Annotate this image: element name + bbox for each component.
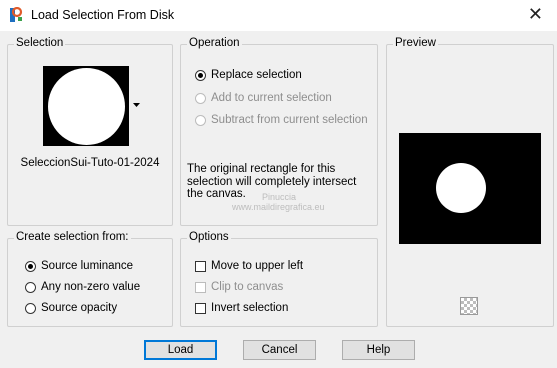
subtract-selection-label: Subtract from current selection (211, 114, 368, 126)
close-icon[interactable]: ✕ (528, 4, 543, 25)
operation-group-label: Operation (187, 37, 242, 49)
window-title: Load Selection From Disk (31, 8, 175, 22)
move-upper-left-label: Move to upper left (211, 260, 304, 272)
preview-group: Preview (386, 37, 554, 327)
radio-button-off[interactable] (25, 302, 36, 314)
cancel-button[interactable]: Cancel (243, 340, 316, 360)
invert-selection-label: Invert selection (211, 302, 289, 314)
radio-replace-selection[interactable]: Replace selection (195, 67, 302, 83)
selection-filename: SeleccionSui-Tuto-01-2024 (20, 157, 160, 169)
radio-subtract-selection[interactable]: Subtract from current selection (195, 112, 368, 128)
load-button[interactable]: Load (144, 340, 217, 360)
selection-thumbnail[interactable] (43, 66, 129, 146)
radio-source-opacity[interactable]: Source opacity (25, 300, 117, 316)
title-bar: Load Selection From Disk ✕ (0, 0, 557, 31)
any-non-zero-label: Any non-zero value (41, 281, 141, 293)
source-luminance-label: Source luminance (41, 260, 134, 272)
options-group: Options Move to upper left Clip to canva… (180, 231, 378, 327)
checkbox-move-to-upper-left[interactable]: Move to upper left (195, 258, 303, 274)
radio-button-on[interactable] (25, 260, 36, 272)
selection-group: Selection SeleccionSui-Tuto-01-2024 (7, 37, 173, 226)
checkbox[interactable] (195, 302, 206, 314)
preview-group-label: Preview (393, 37, 438, 49)
transparency-checker-icon[interactable] (460, 297, 478, 315)
preview-circle (436, 163, 486, 213)
create-selection-group-label: Create selection from: (14, 231, 131, 243)
source-opacity-label: Source opacity (41, 302, 118, 314)
radio-button-off[interactable] (195, 114, 206, 126)
add-selection-label: Add to current selection (211, 92, 332, 104)
watermark: Pinuccia www.maildiregrafica.eu (232, 192, 325, 212)
dropdown-arrow-icon[interactable] (133, 103, 140, 108)
selection-thumbnail-circle (48, 68, 125, 145)
selection-group-label: Selection (14, 37, 66, 49)
watermark-line2: www.maildiregrafica.eu (232, 202, 325, 212)
radio-source-luminance[interactable]: Source luminance (25, 258, 133, 274)
watermark-line1: Pinuccia (262, 192, 297, 202)
preview-canvas (399, 133, 541, 244)
radio-any-non-zero[interactable]: Any non-zero value (25, 279, 140, 295)
create-selection-group: Create selection from: Source luminance … (7, 231, 173, 327)
radio-button-on[interactable] (195, 69, 206, 81)
radio-button-off[interactable] (195, 92, 206, 104)
app-icon (10, 7, 23, 22)
radio-button-off[interactable] (25, 281, 36, 293)
options-group-label: Options (187, 231, 231, 243)
checkbox-clip-to-canvas[interactable]: Clip to canvas (195, 279, 283, 295)
help-button[interactable]: Help (342, 340, 415, 360)
radio-add-to-selection[interactable]: Add to current selection (195, 90, 332, 106)
checkbox[interactable] (195, 260, 206, 272)
clip-to-canvas-label: Clip to canvas (211, 281, 284, 293)
checkbox-invert-selection[interactable]: Invert selection (195, 300, 288, 316)
checkbox[interactable] (195, 281, 206, 293)
replace-selection-label: Replace selection (211, 69, 302, 81)
